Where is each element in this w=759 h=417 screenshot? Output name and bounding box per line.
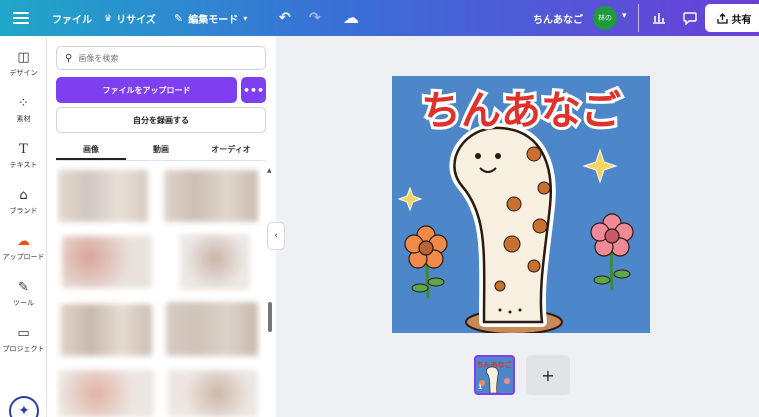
- rail-item-label: ツール: [13, 299, 34, 307]
- resize-menu[interactable]: ♛ リサイズ: [104, 11, 156, 27]
- search-box[interactable]: ⚲: [56, 46, 266, 70]
- media-tabs: 画像 動画 オーディオ: [56, 142, 266, 160]
- left-nav-rail: ◫ デザイン ⁘ 素材 T テキスト ⌂ ブランド ☁ アップロード ✎ ツール…: [0, 36, 47, 417]
- tools-icon: ✎: [18, 280, 29, 295]
- search-icon: ⚲: [65, 52, 73, 64]
- layout-icon: ◫: [17, 50, 30, 65]
- rail-item-uploads[interactable]: ☁ アップロード: [0, 234, 47, 262]
- menu-icon[interactable]: [13, 9, 29, 27]
- share-icon: [716, 12, 728, 24]
- toolbar-divider: [638, 4, 639, 32]
- chevron-down-icon: ▾: [243, 14, 248, 23]
- project-name[interactable]: ちんあなご: [533, 11, 583, 26]
- rail-item-label: プロジェクト: [2, 345, 45, 353]
- record-yourself-button[interactable]: 自分を録画する: [56, 107, 266, 133]
- chevron-down-icon[interactable]: ▾: [622, 11, 627, 21]
- undo-icon[interactable]: ↶: [279, 10, 291, 26]
- plus-icon: +: [541, 365, 555, 385]
- scrollbar-thumb[interactable]: [268, 302, 272, 332]
- image-thumbnail[interactable]: [62, 236, 152, 288]
- rail-item-label: 素材: [16, 115, 31, 123]
- image-thumbnail[interactable]: [58, 370, 154, 417]
- tab-audio[interactable]: オーディオ: [196, 142, 266, 160]
- crown-icon: ♛: [104, 13, 113, 24]
- top-toolbar: ファイル ♛ リサイズ ✎ 編集モード ▾ ↶ ↷ ☁ ちんあなご 林の ▾ 共…: [0, 0, 759, 36]
- file-menu[interactable]: ファイル: [52, 11, 92, 26]
- text-icon: T: [19, 142, 28, 157]
- edit-mode-dropdown[interactable]: ✎ 編集モード ▾: [174, 11, 247, 26]
- rail-item-label: アップロード: [2, 253, 45, 261]
- cloud-save-icon[interactable]: ☁: [343, 8, 359, 27]
- uploads-panel: ⚲ ファイルをアップロード ••• 自分を録画する 画像 動画 オーディオ ▲: [47, 36, 276, 417]
- tab-images[interactable]: 画像: [56, 142, 126, 160]
- share-button[interactable]: 共有: [705, 4, 759, 32]
- design-canvas[interactable]: ちんあなご: [392, 76, 650, 333]
- brand-icon: ⌂: [19, 188, 28, 203]
- scroll-up-arrow[interactable]: ▲: [267, 167, 272, 174]
- tab-videos[interactable]: 動画: [126, 142, 196, 160]
- more-options-button[interactable]: •••: [241, 77, 266, 103]
- sparkle-icon: ✦: [18, 403, 30, 417]
- comment-button[interactable]: [677, 6, 703, 30]
- uploaded-images-grid: [56, 164, 261, 417]
- rail-item-tools[interactable]: ✎ ツール: [0, 280, 47, 308]
- add-page-button[interactable]: +: [526, 355, 570, 395]
- search-input[interactable]: [78, 53, 249, 63]
- rail-item-label: テキスト: [9, 161, 38, 169]
- rail-item-label: ブランド: [9, 207, 38, 215]
- image-thumbnail[interactable]: [168, 370, 258, 417]
- comment-icon: [683, 11, 697, 25]
- upload-files-button[interactable]: ファイルをアップロード: [56, 77, 237, 103]
- rail-item-label: デザイン: [9, 69, 38, 77]
- bar-chart-icon: [653, 13, 665, 24]
- tab-divider: [56, 160, 266, 161]
- share-label: 共有: [731, 14, 752, 26]
- image-thumbnail[interactable]: [60, 304, 152, 356]
- resize-label: リサイズ: [116, 15, 156, 26]
- upload-icon: ☁: [17, 234, 30, 249]
- image-thumbnail[interactable]: [58, 170, 148, 222]
- insights-button[interactable]: [646, 6, 672, 30]
- edit-mode-label: 編集モード: [188, 15, 239, 26]
- rail-item-text[interactable]: T テキスト: [0, 142, 47, 170]
- rail-item-brand[interactable]: ⌂ ブランド: [0, 188, 47, 216]
- rail-item-projects[interactable]: ▭ プロジェクト: [0, 326, 47, 354]
- image-thumbnail[interactable]: [164, 170, 258, 222]
- avatar[interactable]: 林の: [593, 6, 617, 30]
- page-number: 1: [478, 384, 483, 391]
- elements-icon: ⁘: [18, 96, 29, 111]
- rail-item-elements[interactable]: ⁘ 素材: [0, 96, 47, 124]
- pencil-icon: ✎: [174, 12, 184, 25]
- collapse-panel-button[interactable]: ‹: [267, 222, 285, 250]
- design-title[interactable]: ちんあなご: [418, 85, 624, 137]
- image-thumbnail[interactable]: [166, 302, 258, 356]
- chevron-left-icon: ‹: [274, 231, 278, 241]
- rail-item-design[interactable]: ◫ デザイン: [0, 50, 47, 78]
- image-thumbnail[interactable]: [180, 234, 250, 290]
- garden-eel-illustration: ちんあなご: [397, 85, 634, 333]
- redo-icon[interactable]: ↷: [309, 10, 321, 26]
- folder-icon: ▭: [17, 326, 30, 341]
